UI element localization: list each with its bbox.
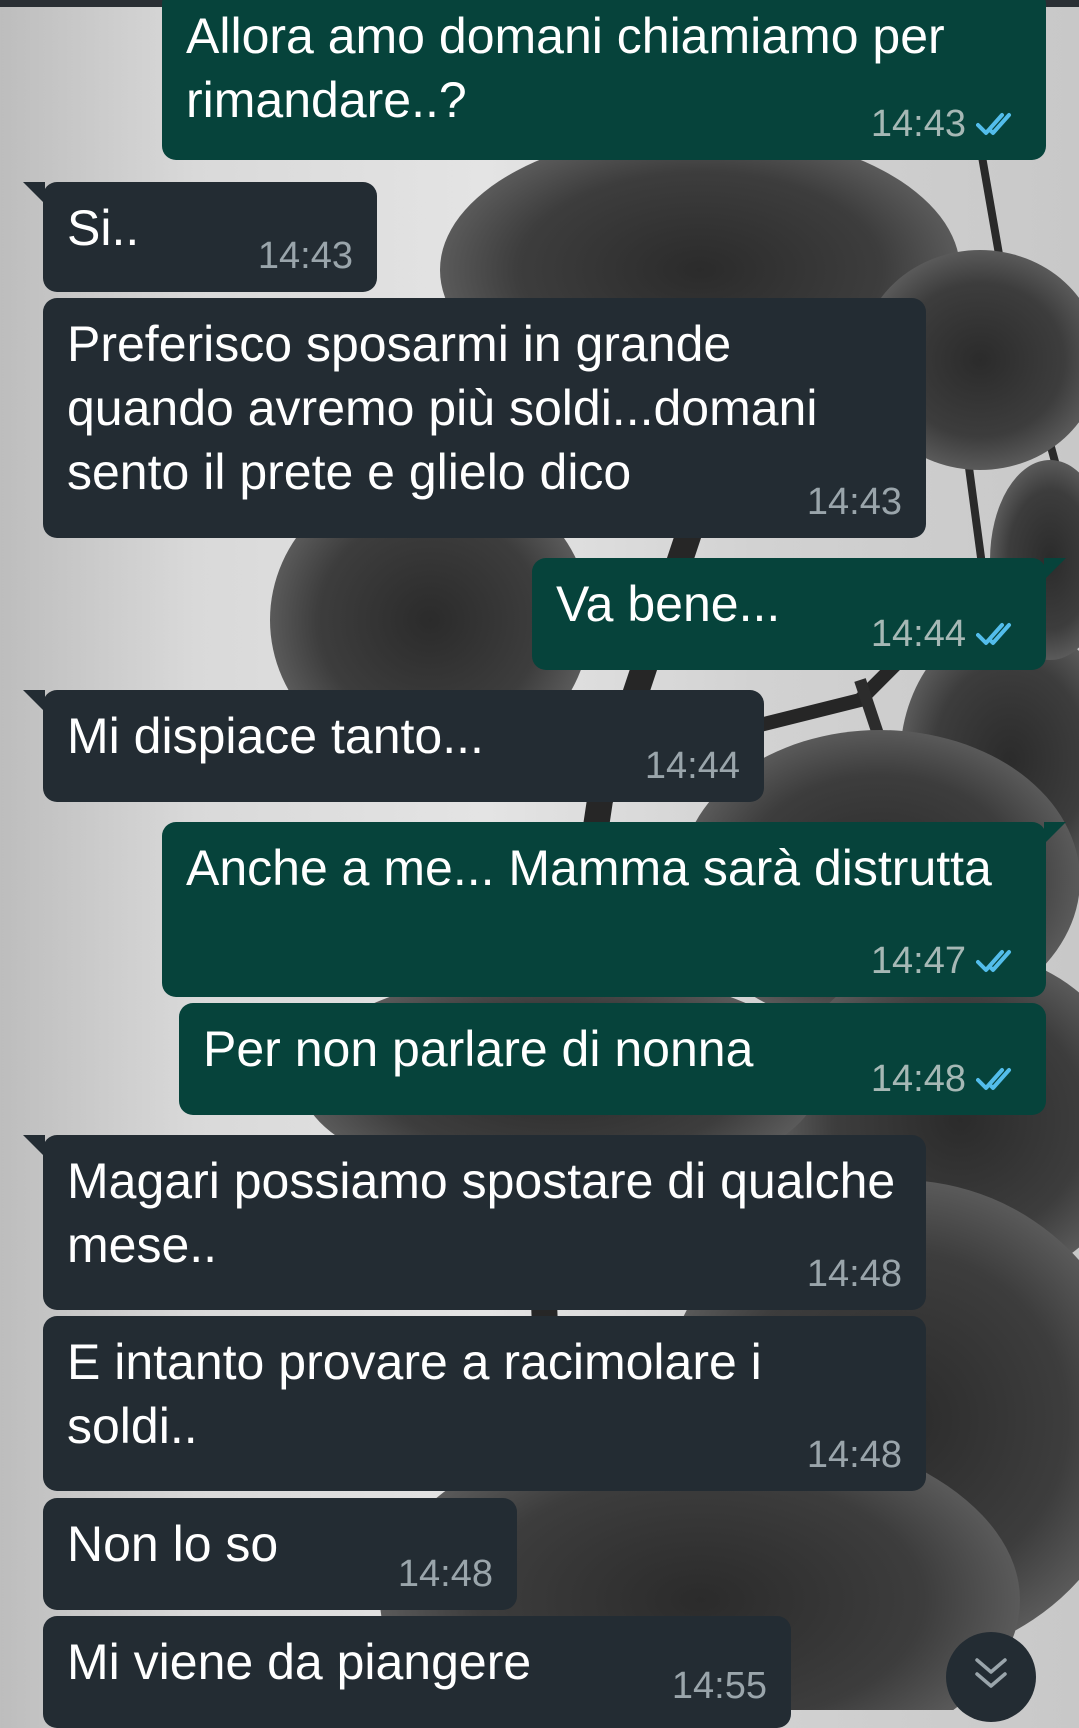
message-text: Anche a me... Mamma sarà distrutta [186, 840, 992, 896]
message-outgoing[interactable]: Anche a me... Mamma sarà distrutta 14:47 [162, 822, 1066, 997]
message-time: 14:47 [870, 940, 966, 982]
message-meta: 14:44 [871, 612, 1022, 656]
double-check-read-icon [976, 623, 1011, 645]
message-time: 14:55 [671, 1665, 767, 1707]
message-outgoing[interactable]: Allora amo domani chiamiamo per rimandar… [162, 0, 1046, 160]
message-meta: 14:44 [645, 744, 740, 788]
bubble-tail [1044, 558, 1066, 580]
double-check-read-icon [976, 1068, 1011, 1090]
message-time: 14:43 [257, 235, 353, 277]
message-incoming[interactable]: Magari possiamo spostare di qualche mese… [23, 1135, 926, 1310]
message-incoming[interactable]: Mi viene da piangere 14:55 [43, 1616, 791, 1728]
message-incoming[interactable]: Preferisco sposarmi in grande quando avr… [43, 298, 926, 538]
message-time: 14:48 [806, 1434, 902, 1476]
message-incoming[interactable]: Si.. 14:43 [23, 182, 377, 292]
message-meta: 14:43 [871, 102, 1022, 146]
message-list[interactable]: Allora amo domani chiamiamo per rimandar… [0, 0, 1079, 1728]
message-meta: 14:55 [672, 1664, 767, 1708]
message-time: 14:44 [644, 745, 740, 787]
double-chevron-down-icon [975, 1658, 1007, 1688]
message-meta: 14:48 [807, 1252, 902, 1296]
bubble-tail [23, 690, 45, 712]
message-time: 14:48 [397, 1553, 493, 1595]
double-check-read-icon [976, 950, 1011, 972]
message-time: 14:48 [806, 1253, 902, 1295]
message-incoming[interactable]: Non lo so 14:48 [43, 1498, 517, 1610]
message-meta: 14:43 [807, 480, 902, 524]
bubble-tail [23, 182, 45, 204]
double-check-read-icon [976, 113, 1011, 135]
message-time: 14:48 [870, 1058, 966, 1100]
message-incoming[interactable]: Mi dispiace tanto... 14:44 [23, 690, 764, 802]
message-text: Preferisco sposarmi in grande quando avr… [67, 316, 832, 500]
message-time: 14:44 [870, 613, 966, 655]
message-outgoing[interactable]: Va bene... 14:44 [532, 558, 1066, 670]
message-meta: 14:48 [871, 1057, 1022, 1101]
message-text: Magari possiamo spostare di qualche mese… [67, 1153, 910, 1273]
message-meta: 14:47 [871, 939, 1022, 983]
message-meta: 14:48 [398, 1552, 493, 1596]
bubble-tail [23, 1135, 45, 1157]
message-time: 14:43 [806, 481, 902, 523]
message-incoming[interactable]: E intanto provare a racimolare i soldi..… [43, 1316, 926, 1491]
message-text: Mi viene da piangere [67, 1634, 532, 1690]
message-time: 14:43 [870, 103, 966, 145]
message-meta: 14:48 [807, 1433, 902, 1477]
message-meta: 14:43 [258, 234, 353, 278]
scroll-to-bottom-button[interactable] [946, 1632, 1036, 1722]
bubble-tail [1044, 822, 1066, 844]
message-text: E intanto provare a racimolare i soldi.. [67, 1334, 776, 1454]
message-text: Mi dispiace tanto... [67, 708, 484, 764]
message-outgoing[interactable]: Per non parlare di nonna 14:48 [179, 1003, 1046, 1115]
